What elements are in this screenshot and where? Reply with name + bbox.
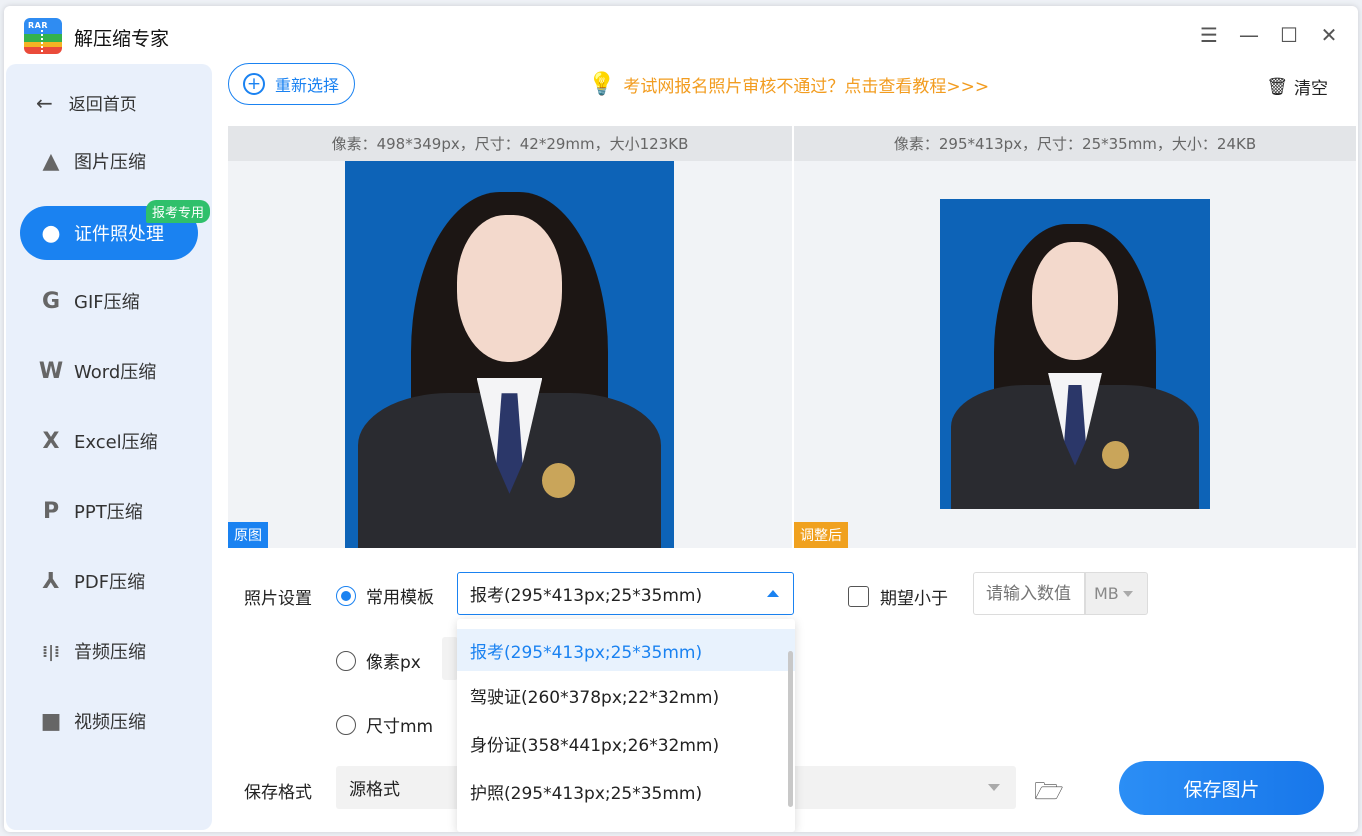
template-select[interactable]: 报考(295*413px;25*35mm)	[457, 572, 794, 615]
sidebar-item-video-compress[interactable]: ■ 视频压缩	[20, 694, 198, 748]
radio-dot	[336, 585, 356, 606]
tutorial-link-text: 考试网报名照片审核不通过？点击查看教程>>>	[623, 77, 990, 97]
sidebar-item-label: PDF压缩	[74, 572, 146, 593]
dropdown-option[interactable]: 报考(295*413px;25*35mm)	[457, 629, 795, 671]
adjusted-info: 像素：295*413px，尺寸：25*35mm，大小：24KB	[794, 126, 1356, 161]
title-bar: RAR 解压缩专家 ☰ — ☐ ✕	[4, 6, 1358, 64]
folder-icon[interactable]: 🗁	[1034, 774, 1064, 815]
sidebar-item-excel-compress[interactable]: X Excel压缩	[20, 414, 198, 468]
app-logo-text: RAR	[28, 21, 49, 30]
trash-icon: 🗑	[1266, 76, 1288, 97]
radio-dot	[336, 714, 356, 735]
save-image-button[interactable]: 保存图片	[1119, 761, 1324, 815]
sidebar-item-label: 视频压缩	[74, 712, 146, 733]
sidebar-item-label: Excel压缩	[74, 432, 158, 453]
sidebar-item-word-compress[interactable]: W Word压缩	[20, 344, 198, 398]
pixel-radio-label: 像素px	[366, 653, 421, 673]
clear-button[interactable]: 🗑 清空	[1266, 74, 1328, 100]
photo-pin	[1102, 440, 1129, 469]
template-dropdown: 报考(295*413px;25*35mm) 驾驶证(260*378px;22*3…	[457, 619, 795, 832]
dropdown-option[interactable]: 身份证(358*441px;26*32mm)	[457, 719, 795, 767]
sidebar-item-ppt-compress[interactable]: P PPT压缩	[20, 484, 198, 538]
sidebar-item-label: GIF压缩	[74, 292, 140, 313]
template-radio-label: 常用模板	[366, 588, 434, 608]
maximize-icon[interactable]: ☐	[1276, 22, 1302, 48]
adjusted-preview-pane: 像素：295*413px，尺寸：25*35mm，大小：24KB 调整后	[794, 126, 1356, 548]
exam-badge: 报考专用	[146, 200, 211, 223]
excel-icon: X	[42, 428, 60, 454]
sidebar-item-audio-compress[interactable]: ⁞|⁞ 音频压缩	[20, 624, 198, 678]
plus-circle-icon: +	[243, 73, 265, 95]
back-home-button[interactable]: ← 返回首页	[36, 90, 137, 116]
expect-less-label: 期望小于	[880, 589, 948, 609]
dropdown-option[interactable]: 驾驶证(260*378px;22*32mm)	[457, 671, 795, 719]
save-path-field[interactable]	[790, 766, 1016, 809]
caret-up-icon	[767, 590, 779, 597]
reselect-button[interactable]: + 重新选择	[228, 63, 355, 105]
size-radio[interactable]: 尺寸mm	[336, 712, 433, 737]
pixel-radio[interactable]: 像素px	[336, 648, 421, 673]
clear-label: 清空	[1294, 79, 1328, 99]
sidebar-item-label: Word压缩	[74, 362, 157, 383]
pixel-width-input[interactable]	[442, 637, 458, 680]
video-icon: ■	[40, 708, 62, 734]
app-logo-icon: RAR	[24, 18, 62, 54]
sidebar-item-label: 图片压缩	[74, 152, 146, 173]
app-window: RAR 解压缩专家 ☰ — ☐ ✕ ← 返回首页 ▲ 图片压缩 ● 证件照处理 …	[4, 6, 1358, 832]
target-size-input[interactable]	[973, 572, 1085, 615]
app-title: 解压缩专家	[74, 28, 170, 50]
sidebar-item-label: 音频压缩	[74, 642, 146, 663]
format-select-value: 源格式	[349, 780, 400, 800]
arrow-left-icon: ←	[36, 90, 53, 115]
sidebar-item-label: 证件照处理	[74, 224, 164, 245]
radio-dot	[336, 650, 356, 671]
minimize-icon[interactable]: —	[1236, 22, 1262, 48]
tutorial-link[interactable]: 💡 考试网报名照片审核不通过？点击查看教程>>>	[588, 72, 989, 97]
reselect-label: 重新选择	[275, 76, 340, 95]
adjusted-tag: 调整后	[794, 522, 848, 548]
sidebar-item-pdf-compress[interactable]: ⅄ PDF压缩	[20, 554, 198, 608]
original-info: 像素：498*349px，尺寸：42*29mm，大小123KB	[228, 126, 792, 161]
sidebar-item-label: PPT压缩	[74, 502, 143, 523]
word-icon: W	[38, 358, 64, 384]
zipper-mark	[41, 30, 45, 52]
close-icon[interactable]: ✕	[1316, 22, 1342, 48]
dropdown-scrollbar[interactable]	[788, 651, 793, 807]
ppt-icon: P	[42, 498, 60, 524]
original-preview-pane: 像素：498*349px，尺寸：42*29mm，大小123KB 原图	[228, 126, 792, 548]
caret-down-icon	[1122, 590, 1133, 597]
dropdown-option[interactable]: 护照(295*413px;25*35mm)	[457, 767, 795, 815]
unit-select[interactable]: MB	[1085, 572, 1148, 615]
sidebar-item-gif-compress[interactable]: G GIF压缩	[20, 274, 198, 328]
gif-icon: G	[41, 288, 61, 314]
sidebar-item-image-compress[interactable]: ▲ 图片压缩	[20, 134, 198, 188]
template-radio[interactable]: 常用模板	[336, 583, 434, 608]
unit-value: MB	[1094, 584, 1119, 603]
menu-icon[interactable]: ☰	[1196, 22, 1222, 48]
user-icon: ●	[41, 220, 61, 246]
adjusted-photo	[940, 199, 1210, 509]
caret-down-icon	[988, 784, 1000, 791]
original-tag: 原图	[228, 522, 268, 548]
checkbox-box	[848, 586, 869, 607]
photo-face	[1031, 242, 1119, 361]
photo-pin	[542, 462, 576, 498]
pdf-icon: ⅄	[42, 568, 60, 594]
photo-face	[456, 215, 563, 363]
template-select-value: 报考(295*413px;25*35mm)	[470, 586, 703, 606]
original-photo	[345, 161, 674, 548]
sidebar: ← 返回首页 ▲ 图片压缩 ● 证件照处理 报考专用 G GIF压缩 W Wor…	[6, 64, 212, 830]
expect-less-checkbox[interactable]: 期望小于	[848, 584, 948, 609]
photo-settings-label: 照片设置	[244, 589, 312, 609]
size-radio-label: 尺寸mm	[366, 717, 434, 737]
lightbulb-icon: 💡	[588, 72, 616, 97]
save-format-label: 保存格式	[244, 783, 312, 803]
back-home-label: 返回首页	[68, 95, 137, 115]
image-icon: ▲	[42, 148, 60, 174]
format-select[interactable]: 源格式	[336, 766, 462, 809]
audio-icon: ⁞|⁞	[42, 641, 60, 661]
